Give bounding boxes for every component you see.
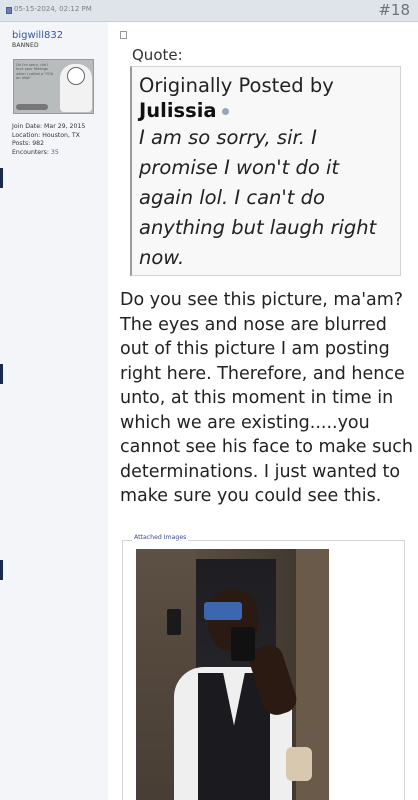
photo-towel (286, 747, 312, 781)
post-message: Do you see this picture, ma'am? The eyes… (120, 290, 414, 506)
document-icon (6, 7, 12, 14)
user-panel: bigwill832 BANNED Oh I'm sorry, did I hu… (0, 22, 108, 800)
quote-author: Julissia (139, 98, 394, 123)
post-date: 05-15-2024, 02:12 PM (14, 5, 92, 13)
username-link[interactable]: bigwill832 (12, 30, 63, 41)
avatar-brand-logo (16, 104, 48, 110)
post-number-link[interactable]: #18 (378, 1, 410, 19)
quote-originally-posted-by: Originally Posted by (139, 74, 334, 97)
post-count: Posts: 982 (12, 140, 45, 148)
location: Location: Houston, TX (12, 131, 80, 139)
edge-marker (0, 364, 3, 384)
attachments-legend: Attached Images (132, 534, 189, 541)
edge-marker (0, 560, 3, 580)
quote-author-name: Julissia (139, 99, 217, 122)
encounters-label: Encounters: (12, 148, 49, 156)
quote-box: Originally Posted by Julissia I am so so… (130, 66, 401, 276)
encounters: Encounters: 35 (12, 149, 85, 158)
avatar-figure (60, 64, 92, 112)
avatar[interactable]: Oh I'm sorry, did I hurt your feelings w… (13, 59, 94, 114)
user-info: Join Date: Mar 29, 2015 Location: Housto… (12, 123, 85, 157)
post-icon (120, 31, 127, 39)
photo-blur-bar (204, 602, 242, 620)
quote-text: I am so sorry, sir. I promise I won't do… (139, 126, 377, 269)
post-header: 05-15-2024, 02:12 PM #18 (0, 0, 418, 22)
photo-dispenser (167, 609, 181, 635)
avatar-caption: Oh I'm sorry, did I hurt your feelings w… (16, 63, 54, 81)
user-title: BANNED (12, 42, 39, 49)
attached-image-thumbnail[interactable] (136, 549, 329, 800)
join-date: Join Date: Mar 29, 2015 (12, 123, 86, 130)
encounters-value-link[interactable]: 35 (51, 149, 59, 156)
edge-marker (0, 168, 3, 188)
photo-phone (231, 627, 255, 661)
quote-label: Quote: (132, 46, 183, 64)
post-content: Quote: Originally Posted by Julissia I a… (108, 22, 418, 800)
view-post-icon[interactable] (221, 108, 229, 115)
